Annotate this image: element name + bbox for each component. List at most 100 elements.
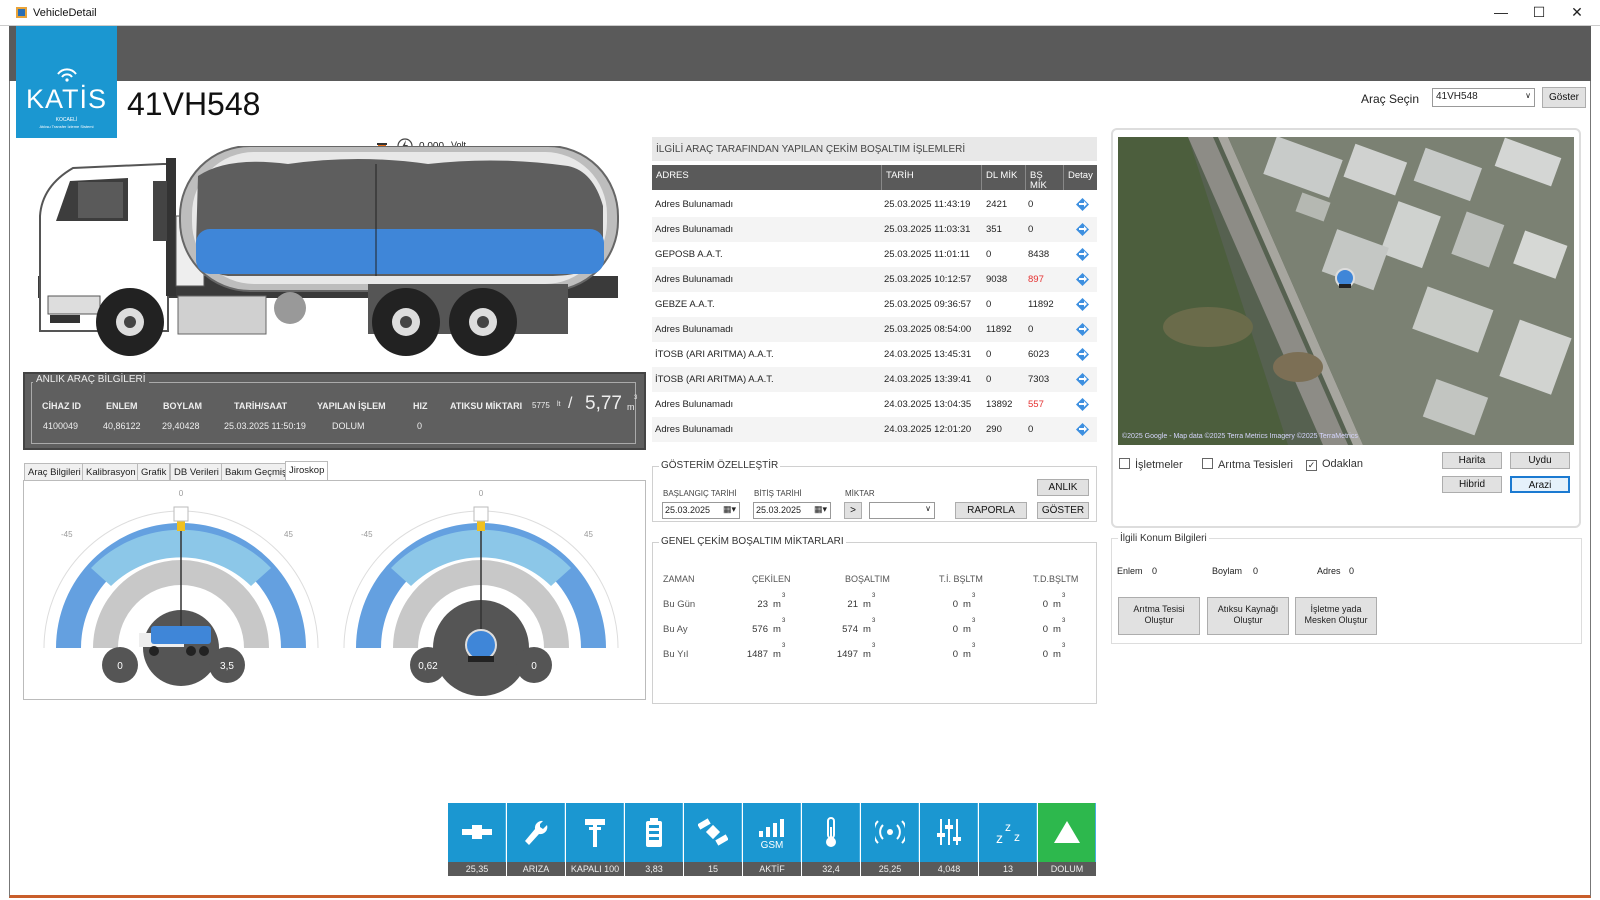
table-row[interactable]: GEPOSB A.A.T. 25.03.2025 11:01:11 0 8438 <box>652 242 1097 267</box>
general-amounts-group: GENEL ÇEKİM BOŞALTIM MİKTARLARI ZAMAN ÇE… <box>652 536 1097 704</box>
col-detay[interactable]: Detay <box>1064 165 1097 190</box>
map-type-uydu[interactable]: Uydu <box>1510 452 1570 469</box>
amount-select[interactable]: ∨ <box>869 502 935 519</box>
table-row[interactable]: GEBZE A.A.T. 25.03.2025 09:36:57 0 11892 <box>652 292 1097 317</box>
checkbox-odaklan-label: Odaklan <box>1322 458 1363 470</box>
checkbox-box[interactable] <box>1202 458 1213 469</box>
detail-arrow-icon[interactable] <box>1076 398 1089 411</box>
status-cell-gsm[interactable]: GSM AKTİF <box>743 803 801 876</box>
tab-kalibrasyon[interactable]: Kalibrasyon <box>82 463 140 481</box>
map-type-harita[interactable]: Harita <box>1442 452 1502 469</box>
satellite-map[interactable]: ©2025 Google - Map data ©2025 Terra Metr… <box>1118 137 1574 445</box>
detail-arrow-icon[interactable] <box>1076 223 1089 236</box>
table-row[interactable]: İTOSB (ARI ARITMA) A.A.T. 24.03.2025 13:4… <box>652 342 1097 367</box>
checkbox-odaklan[interactable]: ✓ Odaklan <box>1306 458 1363 471</box>
detail-arrow-icon[interactable] <box>1076 273 1089 286</box>
detail-arrow-icon[interactable] <box>1076 298 1089 311</box>
map-type-hibrid[interactable]: Hibrid <box>1442 476 1502 493</box>
table-row[interactable]: Adres Bulunamadı 24.03.2025 12:01:20 290 0 <box>652 417 1097 442</box>
detail-arrow-icon[interactable] <box>1076 248 1089 261</box>
genel-header-ti: T.İ. BŞLTM <box>939 574 983 584</box>
boylam-value: 0 <box>1253 566 1259 576</box>
create-business-residence-button[interactable]: İşletme yada Mesken Oluştur <box>1295 597 1377 635</box>
table-row[interactable]: Adres Bulunamadı 25.03.2025 08:54:00 11892… <box>652 317 1097 342</box>
show-button[interactable]: GÖSTER <box>1037 502 1089 519</box>
vehicle-plate: 41VH548 <box>127 86 261 122</box>
map-attribution: ©2025 Google - Map data ©2025 Terra Metr… <box>1122 433 1358 440</box>
status-cell-signal[interactable]: 25,25 <box>861 803 919 876</box>
row-tarih: 24.03.2025 13:04:35 <box>884 399 972 410</box>
col-tarih[interactable]: TARİH <box>882 165 982 190</box>
gyro1-tick-top: 0 <box>179 489 184 498</box>
checkbox-aritma-label: Arıtma Tesisleri <box>1218 459 1293 471</box>
detail-arrow-icon[interactable] <box>1076 323 1089 336</box>
tab-jiroskop[interactable]: Jiroskop <box>285 461 329 481</box>
table-row[interactable]: Adres Bulunamadı 24.03.2025 13:04:35 13892… <box>652 392 1097 417</box>
status-cell-pipe[interactable]: 25,35 <box>448 803 506 876</box>
status-cell-label: ARIZA <box>507 862 565 876</box>
detail-arrow-icon[interactable] <box>1076 198 1089 211</box>
create-wastewater-source-button[interactable]: Atıksu Kaynağı Oluştur <box>1207 597 1289 635</box>
start-date-picker[interactable]: 25.03.2025 ▦▾ <box>662 502 740 519</box>
status-cell-valve[interactable]: KAPALI 100 <box>566 803 624 876</box>
row-bs-mik: 0 <box>1028 224 1034 235</box>
row-adres: GEPOSB A.A.T. <box>655 249 723 260</box>
col-adres[interactable]: ADRES <box>652 165 882 190</box>
row-adres: Adres Bulunamadı <box>655 199 734 210</box>
row-dl-mik: 2421 <box>986 199 1008 210</box>
status-cell-satellite[interactable]: 15 <box>684 803 742 876</box>
table-row[interactable]: Adres Bulunamadı 25.03.2025 10:12:57 9038 8… <box>652 267 1097 292</box>
checkbox-aritma-tesisleri[interactable]: Arıtma Tesisleri <box>1202 458 1293 471</box>
genel-ti: 0 <box>952 649 958 660</box>
create-treatment-plant-button[interactable]: Arıtma Tesisi Oluştur <box>1118 597 1200 635</box>
tab-grafik[interactable]: Grafik <box>137 463 171 481</box>
row-bs-mik: 0 <box>1028 199 1034 210</box>
table-row[interactable]: Adres Bulunamadı 25.03.2025 11:03:31 351 0 <box>652 217 1097 242</box>
detail-arrow-icon[interactable] <box>1076 373 1089 386</box>
status-cell-battery[interactable]: 3,83 <box>625 803 683 876</box>
map-type-arazi[interactable]: Arazi <box>1510 476 1570 493</box>
genel-bosaltim: 21 <box>847 599 858 610</box>
value-tarih-saat: 25.03.2025 11:50:19 <box>224 421 306 431</box>
status-cell-thermometer[interactable]: 32,4 <box>802 803 860 876</box>
genel-zaman: Bu Ay <box>663 624 688 635</box>
col-dl-mik[interactable]: DL MİK <box>982 165 1026 190</box>
table-row[interactable]: Adres Bulunamadı 25.03.2025 11:43:19 2421 0 <box>652 192 1097 217</box>
header-band <box>9 26 1591 81</box>
gyro2-tick-right: 45 <box>584 530 593 539</box>
close-button[interactable]: ✕ <box>1558 0 1596 25</box>
tab-bakim-gecmisi[interactable]: Bakım Geçmişi <box>221 463 293 481</box>
show-vehicle-button[interactable]: Göster <box>1542 87 1586 108</box>
tab-arac-bilgileri[interactable]: Araç Bilgileri <box>24 463 85 481</box>
end-date-picker[interactable]: 25.03.2025 ▦▾ <box>753 502 831 519</box>
row-bs-mik: 11892 <box>1028 299 1054 310</box>
status-cell-sleep[interactable]: z z z 13 <box>979 803 1037 876</box>
wheel-mid <box>372 288 440 356</box>
instant-button[interactable]: ANLIK <box>1037 479 1089 496</box>
status-cell-up-arrow[interactable]: DOLUM <box>1038 803 1096 876</box>
maximize-button[interactable]: ☐ <box>1520 0 1558 25</box>
unit-m3: m <box>863 599 871 610</box>
logo-line1: KOCAELİ <box>55 117 78 123</box>
checkmark-icon[interactable]: ✓ <box>1306 460 1317 471</box>
report-button[interactable]: RAPORLA <box>955 502 1027 519</box>
detail-arrow-icon[interactable] <box>1076 348 1089 361</box>
col-bs-mik[interactable]: BŞ MİK <box>1026 165 1064 190</box>
status-cell-wrench[interactable]: ARIZA <box>507 803 565 876</box>
operator-button[interactable]: > <box>844 502 862 519</box>
vehicle-marker-icon[interactable] <box>1333 267 1357 291</box>
tab-db-verileri[interactable]: DB Verileri <box>170 463 223 481</box>
chevron-down-icon: ∨ <box>1525 91 1531 100</box>
detail-arrow-icon[interactable] <box>1076 423 1089 436</box>
checkbox-isletmeler[interactable]: İşletmeler <box>1119 458 1183 471</box>
unit-m3: m <box>773 624 781 635</box>
checkbox-box[interactable] <box>1119 458 1130 469</box>
row-tarih: 25.03.2025 11:01:11 <box>884 249 970 260</box>
table-row[interactable]: İTOSB (ARI ARITMA) A.A.T. 24.03.2025 13:3… <box>652 367 1097 392</box>
row-bs-mik: 6023 <box>1028 349 1050 360</box>
calendar-icon: ▦▾ <box>722 504 736 514</box>
vehicle-select[interactable]: 41VH548 ∨ <box>1432 88 1535 107</box>
minimize-button[interactable]: — <box>1482 0 1520 25</box>
status-cell-sliders[interactable]: 4,048 <box>920 803 978 876</box>
location-info-legend: İlgili Konum Bilgileri <box>1118 533 1209 544</box>
